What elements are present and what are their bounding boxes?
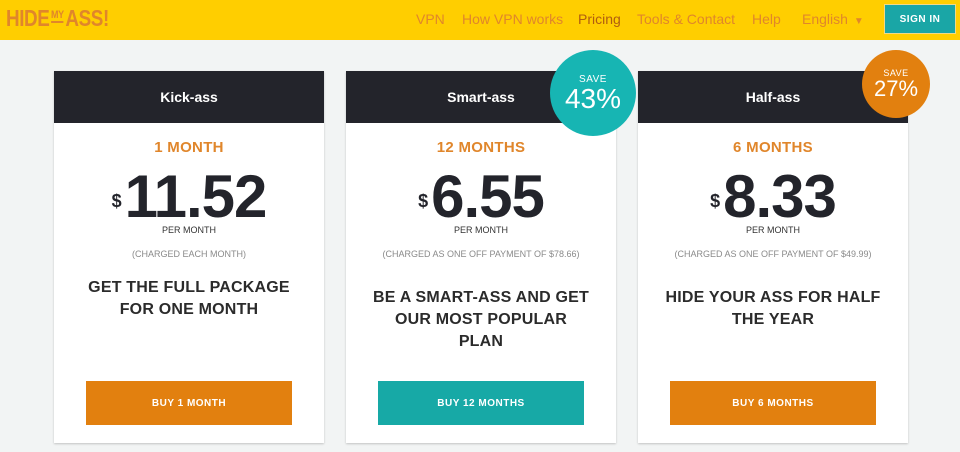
language-selector[interactable]: English ▼ xyxy=(802,11,864,27)
per-month-label: PER MONTH xyxy=(162,225,216,235)
language-label: English xyxy=(802,11,848,27)
buy-1-month-button[interactable]: BUY 1 MONTH xyxy=(86,381,292,425)
nav-vpn[interactable]: VPN xyxy=(416,11,445,27)
plan-term: 12 MONTHS xyxy=(436,139,526,156)
billing-note: (CHARGED EACH MONTH) xyxy=(132,249,246,259)
nav-help[interactable]: Help xyxy=(752,11,781,27)
badge-percent: 27% xyxy=(873,76,919,101)
billing-note: (CHARGED AS ONE OFF PAYMENT OF $49.99) xyxy=(674,249,872,259)
nav-pricing[interactable]: Pricing xyxy=(578,11,621,27)
plan-price: $6.55 xyxy=(346,166,616,228)
nav-tools-contact[interactable]: Tools & Contact xyxy=(637,11,735,27)
per-month-label: PER MONTH xyxy=(454,225,508,235)
save-badge-43: SAVE 43% xyxy=(550,50,636,136)
billing-note: (CHARGED AS ONE OFF PAYMENT OF $78.66) xyxy=(382,249,580,259)
buy-12-months-button[interactable]: BUY 12 MONTHS xyxy=(378,381,584,425)
currency-symbol: $ xyxy=(710,191,720,211)
save-badge-27: SAVE 27% xyxy=(862,50,930,118)
logo-text-ass: ASS! xyxy=(65,5,109,31)
plan-price: $11.52 xyxy=(54,166,324,228)
price-value: 6.55 xyxy=(431,163,545,230)
currency-symbol: $ xyxy=(418,191,428,211)
plan-tagline: GET THE FULL PACKAGE FOR ONE MONTH xyxy=(88,279,290,318)
logo[interactable]: HIDE MYASS! xyxy=(6,5,109,32)
price-value: 8.33 xyxy=(723,163,837,230)
badge-percent: 43% xyxy=(564,82,622,114)
logo-text-hide: HIDE xyxy=(6,5,50,31)
sign-in-button[interactable]: SIGN IN xyxy=(884,4,956,34)
plan-name: Kick-ass xyxy=(54,71,324,123)
plan-card-kick-ass: Kick-ass 1 MONTH $11.52 PER MONTH (CHARG… xyxy=(54,71,324,443)
currency-symbol: $ xyxy=(111,191,122,211)
top-nav-bar: HIDE MYASS! VPN How VPN works Pricing Too… xyxy=(0,0,960,40)
plan-price: $8.33 xyxy=(638,166,908,228)
plan-term: 6 MONTHS xyxy=(733,139,813,156)
chevron-down-icon: ▼ xyxy=(853,16,864,27)
plan-term: 1 MONTH xyxy=(154,139,224,156)
plan-card-half-ass: Half-ass 6 MONTHS $8.33 PER MONTH (CHARG… xyxy=(638,71,908,443)
nav-how-vpn-works[interactable]: How VPN works xyxy=(462,11,563,27)
logo-text-my: MY xyxy=(51,9,64,23)
price-value: 11.52 xyxy=(124,163,268,230)
plan-tagline: HIDE YOUR ASS FOR HALF THE YEAR xyxy=(665,289,881,328)
buy-6-months-button[interactable]: BUY 6 MONTHS xyxy=(670,381,876,425)
per-month-label: PER MONTH xyxy=(746,225,800,235)
plan-tagline: BE A SMART-ASS AND GET OUR MOST POPULAR … xyxy=(373,289,589,350)
